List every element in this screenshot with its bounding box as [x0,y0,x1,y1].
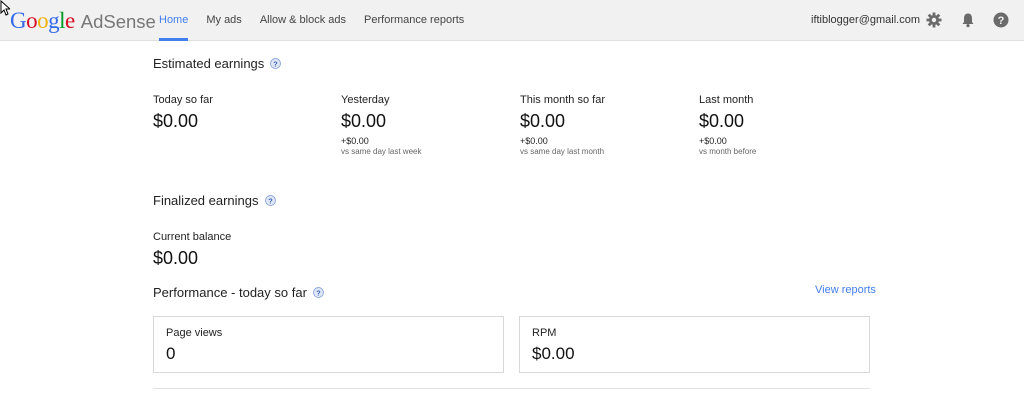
estimated-earnings-heading: Estimated earnings ? [153,56,282,71]
performance-card-page-views: Page views 0 [153,316,504,373]
metric-value: $0.00 [153,111,199,131]
metric-last-month: Last month $0.00 +$0.00 vs month before [699,94,756,156]
metric-comparison: vs same day last week [341,147,422,156]
nav-tab-allow-block-ads[interactable]: Allow & block ads [251,0,355,41]
adsense-logo[interactable]: Google AdSense [10,8,156,34]
metric-current-balance: Current balance $0.00 [153,231,231,269]
bell-icon[interactable] [960,12,976,28]
metric-delta: +$0.00 [699,136,727,146]
help-icon[interactable]: ? [264,195,276,206]
top-bar: Google AdSense Home My ads Allow & block… [0,0,1024,41]
metric-label: Today so far [153,94,213,106]
metric-today-so-far: Today so far $0.00 [153,94,213,132]
metric-value: $0.00 [153,248,199,268]
metric-value: $0.00 [341,111,387,131]
nav-tab-performance-reports[interactable]: Performance reports [355,0,473,41]
metric-label: This month so far [520,94,605,106]
help-circle-icon[interactable]: ? [993,12,1009,28]
finalized-earnings-heading: Finalized earnings ? [153,193,276,208]
card-value: 0 [166,344,176,363]
gear-icon[interactable] [926,12,942,28]
metric-yesterday: Yesterday $0.00 +$0.00 vs same day last … [341,94,421,156]
svg-text:?: ? [274,59,279,68]
performance-card-rpm: RPM $0.00 [519,316,870,373]
nav-tab-home[interactable]: Home [150,0,197,41]
card-label: Page views [166,327,223,339]
main-nav: Home My ads Allow & block ads Performanc… [150,0,473,41]
help-icon[interactable]: ? [313,287,324,298]
metric-delta: +$0.00 [520,136,548,146]
account-email[interactable]: iftiblogger@gmail.com [811,0,920,41]
mouse-cursor-icon [0,0,10,16]
metric-value: $0.00 [699,111,745,131]
metric-label: Last month [699,94,754,106]
metric-delta: +$0.00 [341,136,369,146]
metric-label: Yesterday [341,94,390,106]
svg-text:?: ? [316,288,321,297]
performance-heading: Performance - today so far ? [153,285,324,300]
svg-text:?: ? [268,196,273,205]
adsense-logo-text: AdSense [80,11,156,32]
google-logo-text: Google [10,8,75,33]
nav-tab-my-ads[interactable]: My ads [197,0,250,41]
card-label: RPM [532,327,557,339]
svg-text:?: ? [998,15,1005,27]
metric-label: Current balance [153,231,232,243]
card-value: $0.00 [532,344,575,363]
view-reports-link[interactable]: View reports [815,284,876,296]
metric-value: $0.00 [520,111,566,131]
divider [153,388,870,389]
metric-comparison: vs same day last month [520,147,605,156]
metric-comparison: vs month before [699,147,757,156]
metric-this-month: This month so far $0.00 +$0.00 vs same d… [520,94,605,156]
help-icon[interactable]: ? [270,58,282,69]
